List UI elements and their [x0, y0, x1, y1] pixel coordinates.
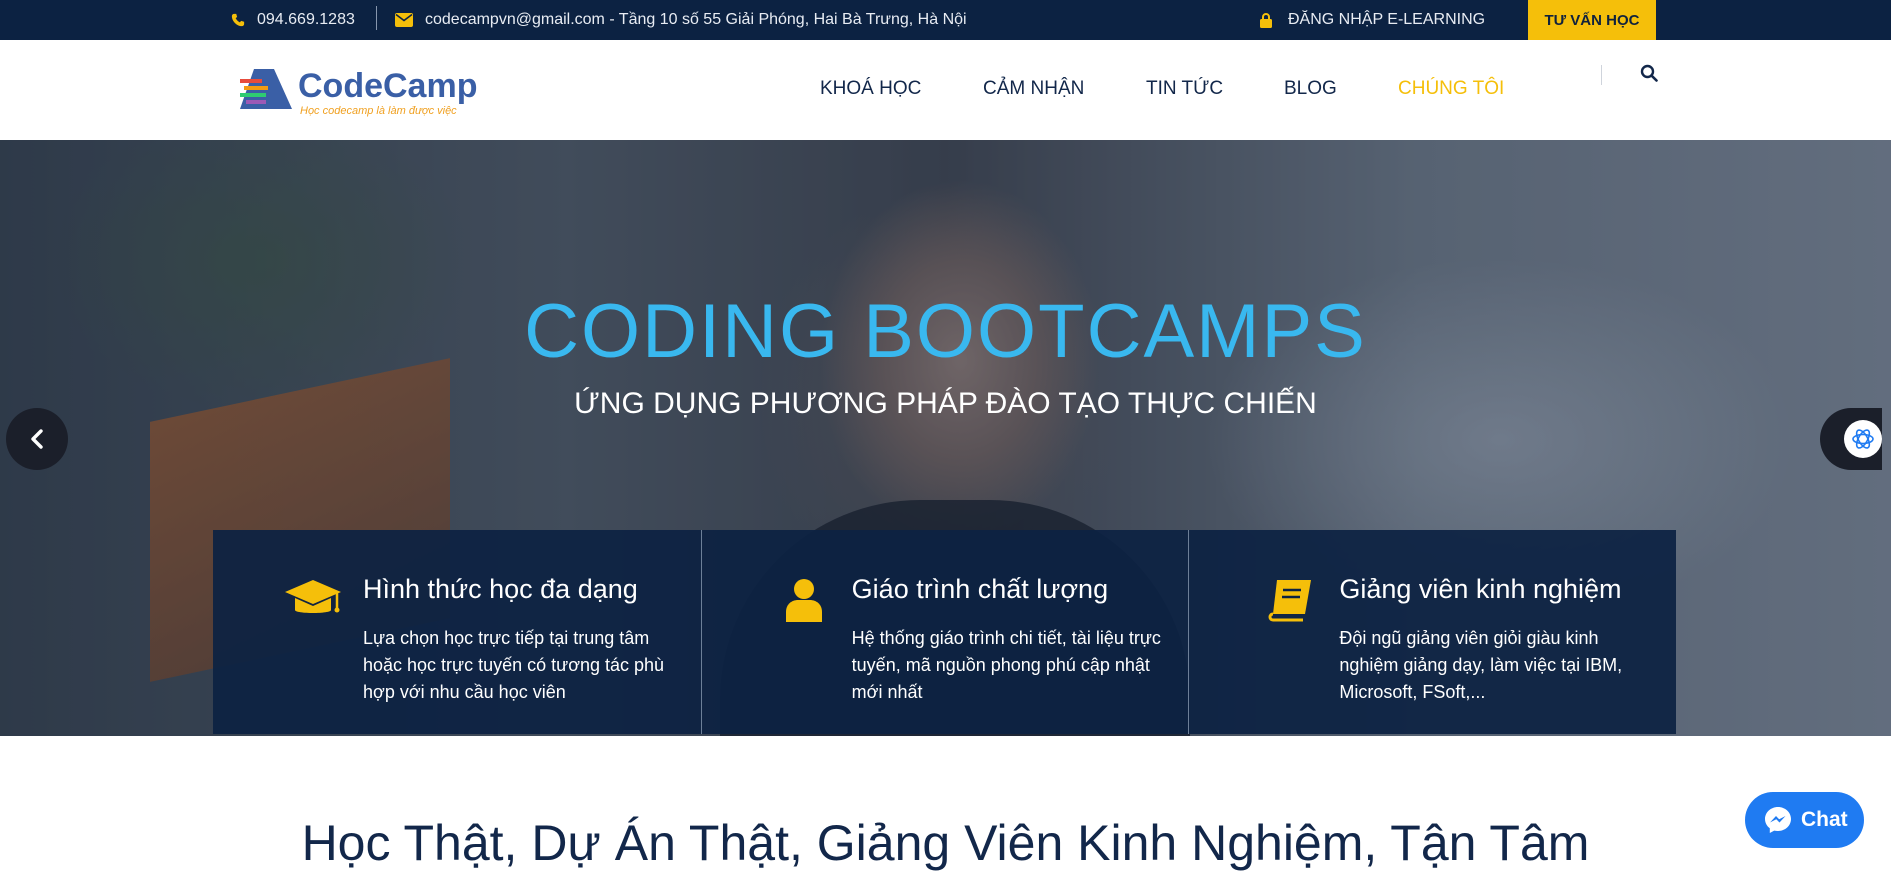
site-header: CodeCamp Học codecamp là làm được việc K…	[0, 40, 1891, 140]
feature-title: Giảng viên kinh nghiệm	[1339, 574, 1622, 604]
elearning-login-label: ĐĂNG NHẬP E-LEARNING	[1288, 11, 1486, 28]
assistant-badge[interactable]	[1844, 420, 1882, 458]
codecamp-logo[interactable]: CodeCamp Học codecamp là làm được việc	[240, 65, 480, 121]
feature-title: Giáo trình chất lượng	[851, 574, 1109, 604]
nav-item-testimonials[interactable]: CẢM NHẬN	[983, 78, 1084, 100]
graduation-cap-icon	[283, 578, 343, 627]
nav-item-about-us[interactable]: CHÚNG TÔI	[1398, 78, 1504, 100]
hero-subtitle: ỨNG DỤNG PHƯƠNG PHÁP ĐÀO TẠO THỰC CHIẾN	[574, 387, 1317, 420]
book-icon	[1267, 578, 1313, 627]
chevron-left-icon	[31, 429, 43, 449]
assistant-widget-tab[interactable]	[1820, 408, 1882, 470]
slider-prev-button[interactable]	[6, 408, 68, 470]
phone-icon	[231, 13, 245, 27]
envelope-icon	[395, 13, 413, 27]
logo-slogan: Học codecamp là làm được việc	[300, 105, 457, 117]
feature-description: Đội ngũ giảng viên giỏi giàu kinh nghiệm…	[1339, 628, 1623, 702]
ai-assistant-icon	[1852, 429, 1874, 449]
nav-item-courses[interactable]: KHOÁ HỌC	[820, 78, 921, 100]
messenger-icon	[1763, 805, 1793, 835]
search-icon[interactable]	[1640, 64, 1658, 87]
chat-label: Chat	[1801, 808, 1848, 831]
email-address: codecampvn@gmail.com - Tầng 10 số 55 Giả…	[425, 11, 967, 28]
logo-mark-icon	[240, 69, 292, 109]
feature-card: Giảng viên kinh nghiệm Đội ngũ giảng viê…	[1188, 530, 1677, 734]
nav-item-blog[interactable]: BLOG	[1284, 78, 1337, 100]
elearning-login-link[interactable]: ĐĂNG NHẬP E-LEARNING	[1260, 0, 1485, 40]
feature-strip: Hình thức học đa dạng Lựa chọn học trực …	[213, 530, 1677, 734]
lock-icon	[1260, 12, 1272, 28]
nav-divider	[1601, 65, 1602, 85]
feature-card: Giáo trình chất lượng Hệ thống giáo trìn…	[700, 530, 1189, 734]
user-icon	[784, 578, 824, 627]
section-title: Học Thật, Dự Án Thật, Giảng Viên Kinh Ng…	[301, 815, 1590, 871]
nav-item-news[interactable]: TIN TỨC	[1146, 78, 1223, 100]
feature-title: Hình thức học đa dạng	[363, 574, 638, 604]
top-bar: 094.669.1283 codecampvn@gmail.com - Tầng…	[0, 0, 1891, 40]
messenger-chat-button[interactable]: Chat	[1745, 792, 1864, 848]
hero-title: CODING BOOTCAMPS	[524, 289, 1367, 374]
hero-slider: CODING BOOTCAMPS ỨNG DỤNG PHƯƠNG PHÁP ĐÀ…	[0, 140, 1891, 736]
phone-contact[interactable]: 094.669.1283	[231, 0, 355, 40]
consult-button[interactable]: TƯ VẤN HỌC	[1528, 0, 1656, 40]
feature-card: Hình thức học đa dạng Lựa chọn học trực …	[213, 530, 701, 734]
phone-number: 094.669.1283	[257, 11, 355, 28]
topbar-divider	[376, 6, 377, 30]
logo-name: CodeCamp	[298, 67, 478, 105]
feature-description: Hệ thống giáo trình chi tiết, tài liệu t…	[851, 628, 1161, 702]
feature-description: Lựa chọn học trực tiếp tại trung tâm hoặ…	[363, 628, 665, 702]
email-contact[interactable]: codecampvn@gmail.com - Tầng 10 số 55 Giả…	[395, 0, 967, 40]
